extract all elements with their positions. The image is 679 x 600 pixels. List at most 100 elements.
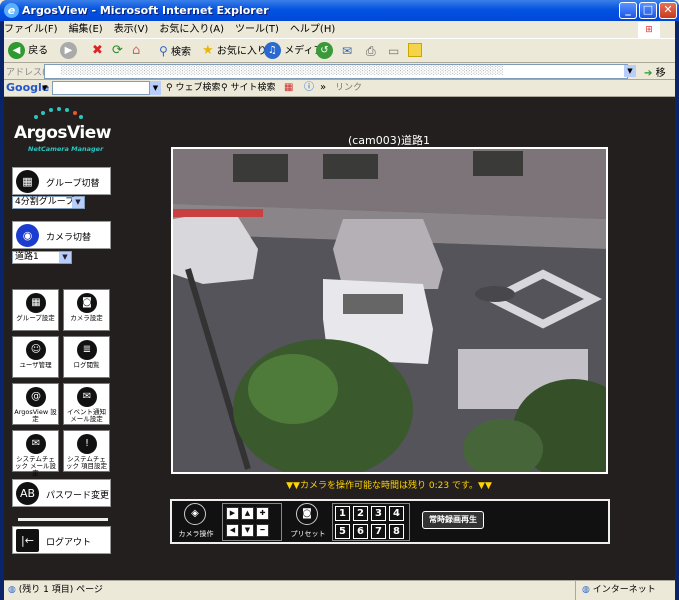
camera-video-feed[interactable] — [171, 147, 608, 474]
media-button[interactable]: ♫ メディア — [264, 42, 324, 60]
security-zone: ◍ インターネット — [575, 581, 656, 600]
more-chevron-icon[interactable]: » — [320, 80, 326, 96]
group-settings-button[interactable]: ▦ グループ設定 — [12, 289, 59, 331]
home-button[interactable]: ⌂ — [132, 42, 140, 60]
google-dropdown-icon[interactable]: ▼ — [150, 81, 161, 95]
page-loading-icon: ◍ — [8, 585, 16, 595]
stop-button[interactable]: ✖ — [92, 42, 103, 60]
logout-icon: |← — [16, 529, 39, 552]
pan-left-button[interactable]: ◀ — [226, 524, 239, 537]
edit-button[interactable]: ▭ — [388, 42, 399, 60]
back-button[interactable]: ◀ 戻る — [8, 42, 48, 60]
globe-icon: ◍ — [582, 585, 590, 595]
street-scene-image — [173, 149, 606, 472]
refresh-icon: ⟳ — [112, 43, 123, 58]
printer-icon: ⎙ — [366, 44, 376, 58]
logout-label: ログアウト — [46, 538, 92, 548]
site-search-label: サイト検索 — [230, 83, 276, 93]
camera-select[interactable]: 道路1 ▼ — [12, 251, 72, 264]
close-button[interactable]: ✕ — [659, 2, 677, 19]
address-dropdown-icon[interactable]: ▼ — [624, 65, 636, 77]
toolbar: ◀ 戻る ▶ ✖ ⟳ ⌂ ⚲ 検索 ★ お気に入り ♫ メディア ↺ ✉ ⎙ ▭ — [4, 38, 675, 63]
camera-control-panel: ◈ カメラ操作 ▶ ▲ ✚ ◀ ▼ ━ ◙ プリセット 1 2 3 4 5 6 … — [170, 499, 610, 544]
group-select[interactable]: 4分割グループ ▼ — [12, 196, 85, 209]
refresh-button[interactable]: ⟳ — [112, 42, 123, 60]
argosview-settings-label: ArgosView 設定 — [14, 408, 57, 423]
zoom-out-button[interactable]: ━ — [256, 524, 269, 537]
menu-favorites[interactable]: お気に入り(A) — [159, 24, 224, 35]
maximize-button[interactable]: □ — [639, 2, 657, 19]
media-icon: ♫ — [264, 42, 281, 59]
forward-button[interactable]: ▶ — [60, 42, 77, 60]
logout-button[interactable]: |← ログアウト — [12, 526, 111, 554]
preset-8-button[interactable]: 8 — [389, 524, 404, 539]
title-bar: e ArgosView - Microsoft Internet Explore… — [0, 0, 679, 21]
event-mail-settings-button[interactable]: ✉ イベント通知 メール設定 — [63, 383, 110, 425]
chevron-down-icon: ▼ — [59, 252, 71, 263]
menu-file[interactable]: ファイル(F) — [4, 24, 58, 35]
page-content: ArgosView NetCamera Manager ▦ グループ切替 4分割… — [4, 97, 675, 580]
camera-settings-icon: ◙ — [77, 293, 97, 313]
google-search-input[interactable] — [52, 81, 150, 95]
tilt-up-button[interactable]: ▲ — [241, 507, 254, 520]
history-button[interactable]: ↺ — [316, 42, 333, 60]
zoom-in-button[interactable]: ✚ — [256, 507, 269, 520]
log-icon: ≣ — [77, 340, 97, 360]
status-bar: ◍ (残り 1 項目) ページ ◍ インターネット — [4, 580, 675, 600]
argosview-settings-button[interactable]: @ ArgosView 設定 — [12, 383, 59, 425]
print-button[interactable]: ⎙ — [366, 42, 376, 60]
go-arrow-icon: ➔ — [644, 68, 653, 79]
mail-button[interactable]: ✉ — [342, 42, 352, 60]
password-change-label: パスワード変更 — [46, 491, 110, 501]
group-settings-label: グループ設定 — [16, 314, 55, 322]
camera-settings-button[interactable]: ◙ カメラ設定 — [63, 289, 110, 331]
minimize-button[interactable]: _ — [619, 2, 637, 19]
pan-right-button[interactable]: ▶ — [226, 507, 239, 520]
time-remaining-notice: ▼▼カメラを操作可能な時間は残り 0:23 です。▼▼ — [286, 481, 492, 491]
camera-switch-button[interactable]: ◉ カメラ切替 — [12, 221, 111, 249]
preset-section: ◙ プリセット — [284, 501, 332, 542]
menu-edit[interactable]: 編集(E) — [69, 24, 103, 35]
back-label: 戻る — [28, 45, 49, 57]
preset-2-button[interactable]: 2 — [353, 506, 368, 521]
menu-help[interactable]: ヘルプ(H) — [290, 24, 335, 35]
google-menu-icon[interactable]: ▼ — [42, 80, 47, 96]
favorites-button[interactable]: ★ お気に入り — [202, 42, 267, 60]
preset-1-button[interactable]: 1 — [335, 506, 350, 521]
site-search-button[interactable]: ⚲ サイト検索 — [221, 80, 275, 96]
preset-3-button[interactable]: 3 — [371, 506, 386, 521]
address-bar: アドレス(D) ░░░░░░░░░░░░░░░░░░░░░░░░░░░░░░░░… — [4, 63, 675, 94]
menu-tools[interactable]: ツール(T) — [235, 24, 279, 35]
preset-5-button[interactable]: 5 — [335, 524, 350, 539]
search-button[interactable]: ⚲ 検索 — [159, 42, 191, 60]
password-change-button[interactable]: AB パスワード変更 — [12, 479, 111, 507]
site-search-icon: ⚲ — [221, 83, 228, 93]
logo-subtitle: NetCamera Manager — [28, 145, 104, 153]
ie-icon: e — [4, 3, 19, 18]
preset-camera-icon: ◙ — [296, 503, 318, 525]
log-view-button[interactable]: ≣ ログ閲覧 — [63, 336, 110, 378]
argosview-logo: ArgosView NetCamera Manager — [12, 105, 112, 157]
preset-4-button[interactable]: 4 — [389, 506, 404, 521]
group-settings-icon: ▦ — [26, 293, 46, 313]
preset-6-button[interactable]: 6 — [353, 524, 368, 539]
syscheck-item-settings-button[interactable]: ! システムチェック 項目設定 — [63, 430, 110, 472]
menu-bar: ファイル(F) 編集(E) 表示(V) お気に入り(A) ツール(T) ヘルプ(H) ⊞ — [4, 21, 675, 38]
recording-playback-button[interactable]: 常時録画再生 — [422, 511, 484, 529]
address-input[interactable]: ░░░░░░░░░░░░░░░░░░░░░░░░░░░░░░░░░░░░░░░░… — [44, 64, 628, 79]
links-label[interactable]: リンク — [335, 80, 362, 96]
pagerank-icon[interactable]: ▦ — [284, 80, 293, 96]
group-switch-button[interactable]: ▦ グループ切替 — [12, 167, 111, 195]
tilt-down-button[interactable]: ▼ — [241, 524, 254, 537]
messenger-button[interactable] — [408, 42, 422, 60]
info-icon[interactable]: ⓘ — [304, 80, 314, 96]
forward-arrow-icon: ▶ — [60, 42, 77, 59]
syscheck-mail-settings-button[interactable]: ✉ システムチェック メール設定 — [12, 430, 59, 477]
menu-view[interactable]: 表示(V) — [114, 24, 149, 35]
preset-7-button[interactable]: 7 — [371, 524, 386, 539]
user-management-button[interactable]: ☺ ユーザ管理 — [12, 336, 59, 378]
web-search-button[interactable]: ⚲ ウェブ検索 — [166, 80, 220, 96]
home-icon: ⌂ — [132, 43, 141, 58]
mail-icon: ✉ — [77, 387, 97, 407]
ptz-pad: ▶ ▲ ✚ ◀ ▼ ━ — [222, 503, 282, 541]
